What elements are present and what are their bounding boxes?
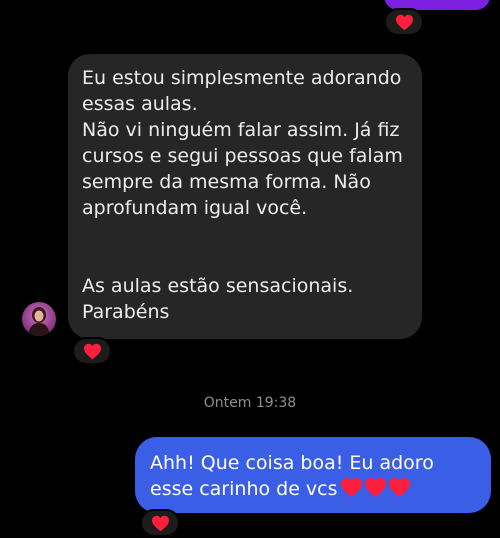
avatar-image bbox=[22, 302, 56, 336]
incoming-message-text-second: As aulas estão sensacionais. Parabéns bbox=[82, 275, 354, 323]
avatar[interactable] bbox=[22, 302, 56, 336]
heart-icon bbox=[388, 477, 410, 498]
heart-icon bbox=[340, 477, 362, 498]
outgoing-message-text: Ahh! Que coisa boa! Eu adoro esse carinh… bbox=[150, 450, 481, 502]
heart-emoji-group bbox=[340, 477, 412, 498]
previous-message-reaction[interactable] bbox=[384, 8, 424, 36]
incoming-message-bubble[interactable]: Eu estou simplesmente adorando essas aul… bbox=[68, 54, 422, 339]
heart-icon bbox=[395, 14, 413, 30]
heart-icon bbox=[364, 477, 386, 498]
outgoing-message-reaction[interactable] bbox=[140, 509, 180, 537]
heart-icon bbox=[151, 515, 169, 531]
incoming-message-reaction[interactable] bbox=[72, 337, 112, 365]
heart-icon bbox=[83, 343, 101, 359]
incoming-message-text: Eu estou simplesmente adorando essas aul… bbox=[82, 67, 403, 219]
outgoing-message-bubble[interactable]: Ahh! Que coisa boa! Eu adoro esse carinh… bbox=[135, 437, 491, 513]
timestamp: Ontem 19:38 bbox=[203, 395, 297, 411]
